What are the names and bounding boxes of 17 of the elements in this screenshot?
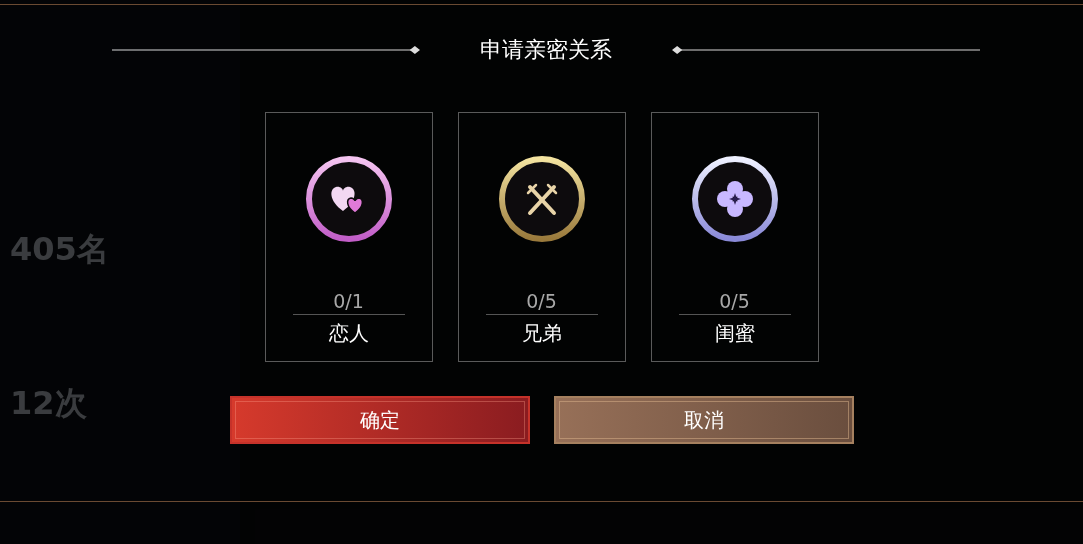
relation-card[interactable]: 0/5 闺蜜 (650, 112, 819, 362)
relation-label: 恋人 (328, 320, 369, 347)
confirm-button[interactable]: 确定 (229, 396, 530, 444)
relation-count: 0/5 (719, 290, 750, 312)
relation-label: 闺蜜 (714, 320, 755, 347)
relation-label: 兄弟 (521, 320, 562, 347)
stat-value: 12次 (10, 383, 88, 424)
flower-icon (690, 155, 779, 243)
relation-count: 0/1 (333, 290, 364, 312)
relation-card[interactable]: 0/1 恋人 (264, 112, 433, 362)
relation-count: 0/5 (526, 290, 557, 312)
stat-value: 405名 (10, 229, 110, 270)
crossed-swords-icon (497, 155, 586, 243)
cancel-button[interactable]: 取消 (553, 396, 854, 444)
dialog-title: 申请亲密关系 (478, 36, 613, 64)
relation-card[interactable]: 0/5 兄弟 (457, 112, 626, 362)
hearts-icon (304, 155, 393, 243)
